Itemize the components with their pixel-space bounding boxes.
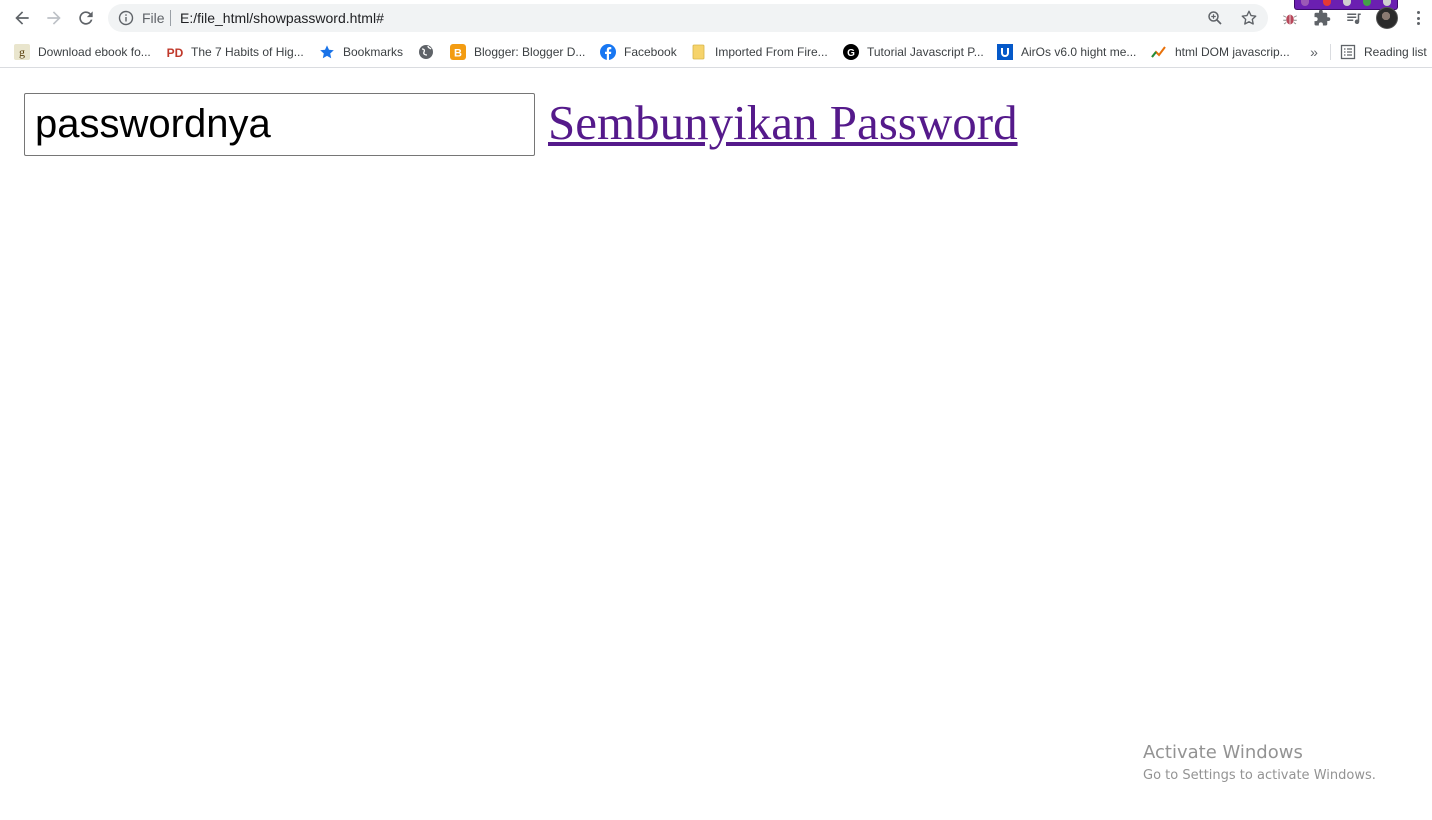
bookmark-label: Facebook [624, 45, 677, 59]
menu-dot-icon [1416, 11, 1420, 14]
svg-text:g: g [19, 45, 25, 59]
activate-windows-watermark: Activate Windows Go to Settings to activ… [1143, 741, 1423, 787]
bookmark-item[interactable]: AirOs v6.0 hight me... [997, 42, 1136, 62]
recorder-handle-icon[interactable] [1301, 0, 1309, 6]
menu-dot-icon [1416, 22, 1420, 25]
bookmark-label: Imported From Fire... [715, 45, 828, 59]
url-scheme-label: File [142, 10, 165, 26]
bookmarks-bar: g Download ebook fo... PD The 7 Habits o… [0, 36, 1432, 68]
bookmark-item[interactable]: Facebook [600, 42, 677, 62]
reading-list-icon [1340, 44, 1356, 60]
trend-icon [1151, 44, 1167, 60]
folder-icon [691, 44, 707, 60]
play-icon[interactable] [1363, 0, 1371, 6]
bookmark-item[interactable] [418, 42, 442, 62]
url-separator [170, 10, 171, 26]
pdf-drive-icon: PD [167, 44, 183, 60]
bookmark-label: Download ebook fo... [38, 45, 151, 59]
bookmark-item[interactable]: g Download ebook fo... [14, 42, 151, 62]
profile-avatar[interactable] [1376, 7, 1398, 29]
reload-button[interactable] [72, 4, 100, 32]
bug-icon [1283, 14, 1297, 25]
svg-text:B: B [454, 48, 462, 60]
watermark-title: Activate Windows [1143, 742, 1303, 763]
address-bar[interactable]: File E:/file_html/showpassword.html# [108, 4, 1268, 32]
menu-dot-icon [1416, 16, 1420, 20]
bookmark-item[interactable]: Bookmarks [319, 42, 403, 62]
bookmarks-divider [1330, 44, 1331, 60]
bookmark-star-icon[interactable] [1240, 9, 1258, 27]
reading-list-button[interactable]: Reading list [1340, 42, 1427, 62]
zoom-icon[interactable] [1206, 9, 1224, 27]
browser-menu-button[interactable] [1410, 9, 1426, 27]
bookmark-item[interactable]: B Blogger: Blogger D... [450, 42, 585, 62]
bookmark-label: Blogger: Blogger D... [474, 45, 586, 59]
star-icon [319, 44, 335, 60]
more-bookmarks-chevron-icon[interactable]: » [1306, 44, 1322, 60]
stop-icon[interactable] [1383, 0, 1391, 6]
bookmark-label: The 7 Habits of Hig... [191, 45, 304, 59]
g-circle-icon: G [843, 44, 859, 60]
pause-icon[interactable] [1343, 0, 1351, 6]
watermark-subtitle: Go to Settings to activate Windows. [1143, 768, 1376, 783]
bookmark-label: html DOM javascrip... [1175, 45, 1290, 59]
bookmark-item[interactable]: PD The 7 Habits of Hig... [167, 42, 304, 62]
back-button[interactable] [8, 4, 36, 32]
media-control-button[interactable] [1344, 8, 1364, 28]
puzzle-icon [1314, 9, 1331, 26]
globe-icon [418, 44, 434, 60]
info-icon[interactable] [118, 10, 134, 26]
extensions-button[interactable] [1312, 8, 1332, 28]
reading-list-label: Reading list [1364, 45, 1427, 59]
reload-icon [79, 11, 93, 25]
bookmark-item[interactable]: html DOM javascrip... [1151, 42, 1290, 62]
forward-button[interactable] [40, 4, 68, 32]
bookmark-label: AirOs v6.0 hight me... [1021, 45, 1137, 59]
record-icon[interactable] [1323, 0, 1331, 6]
ubiquiti-icon [997, 44, 1013, 60]
bookmark-item[interactable]: Imported From Fire... [691, 42, 828, 62]
bookmark-label: Tutorial Javascript P... [867, 45, 984, 59]
url-text[interactable]: E:/file_html/showpassword.html# [180, 10, 384, 26]
password-field[interactable] [24, 93, 535, 156]
extension-bug-button[interactable] [1280, 8, 1300, 28]
svg-text:PD: PD [167, 46, 183, 60]
arrow-left-icon [15, 11, 29, 25]
facebook-icon [600, 44, 616, 60]
blogger-icon: B [450, 44, 466, 60]
bookmark-item[interactable]: G Tutorial Javascript P... [843, 42, 984, 62]
goodreads-icon: g [14, 44, 30, 60]
playlist-music-icon [1347, 13, 1361, 25]
bookmark-label: Bookmarks [343, 45, 404, 59]
arrow-right-icon [47, 11, 61, 25]
browser-toolbar: File E:/file_html/showpassword.html# [0, 0, 1432, 36]
hide-password-link[interactable]: Sembunyikan Password [548, 92, 1018, 154]
svg-text:G: G [847, 48, 855, 59]
